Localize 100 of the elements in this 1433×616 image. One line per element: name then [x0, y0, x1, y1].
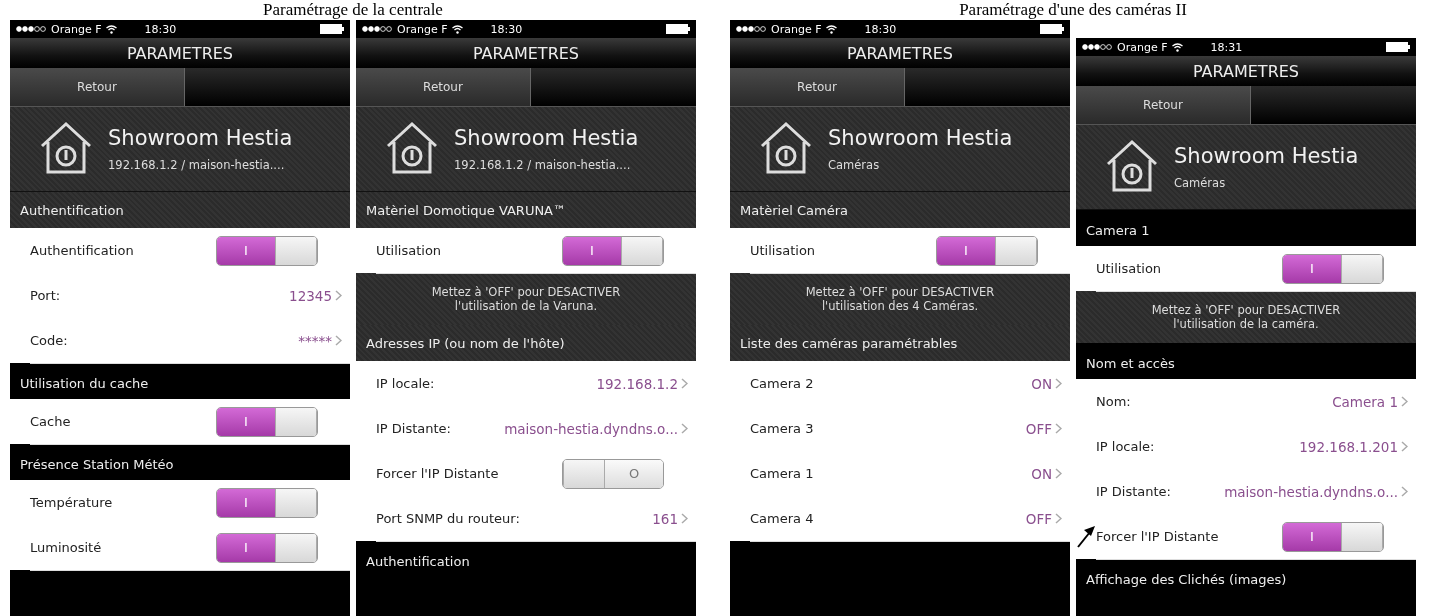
chevron-icon — [1401, 486, 1408, 497]
signal-icon — [362, 26, 392, 32]
status-time: 18:30 — [144, 22, 177, 36]
section-header: Adresses IP (ou nom de l'hôte) — [356, 325, 696, 361]
setting-value[interactable]: Camera 1 — [1332, 393, 1408, 410]
signal-icon — [736, 26, 766, 32]
chevron-icon — [1401, 441, 1408, 452]
setting-value[interactable]: 12345 — [289, 287, 342, 304]
wifi-icon — [452, 24, 464, 34]
setting-value[interactable]: maison-hestia.dyndns.o... — [1224, 483, 1408, 500]
wifi-icon — [826, 24, 838, 34]
wifi-icon — [1172, 42, 1184, 52]
screen-title: PARAMETRES — [730, 38, 1070, 68]
setting-label: Nom: — [1096, 394, 1131, 409]
arrow-icon — [1077, 526, 1095, 548]
setting-label: Code: — [30, 333, 68, 348]
device-name: Showroom Hestia — [454, 126, 639, 150]
chevron-icon — [681, 423, 688, 434]
setting-label: IP Distante: — [1096, 484, 1171, 499]
setting-label: Port: — [30, 288, 61, 303]
toggle-switch[interactable]: I — [562, 235, 664, 266]
chevron-icon — [1055, 378, 1062, 389]
setting-label: Authentification — [30, 243, 134, 258]
device-subtitle: 192.168.1.2 / maison-hestia.... — [454, 158, 632, 172]
device-subtitle: Caméras — [1174, 176, 1227, 190]
setting-value[interactable]: maison-hestia.dyndns.o... — [504, 420, 688, 437]
device-name: Showroom Hestia — [108, 126, 293, 150]
screen-title: PARAMETRES — [356, 38, 696, 68]
toggle-switch[interactable]: I — [216, 235, 318, 266]
setting-value[interactable]: 192.168.1.201 — [1299, 438, 1408, 455]
back-button[interactable]: Retour — [1076, 86, 1251, 124]
figure-caption: Paramétrage d'une des caméras II — [958, 0, 1188, 20]
toggle-switch[interactable]: I — [216, 487, 318, 518]
chevron-icon — [681, 513, 688, 524]
battery-icon — [320, 24, 344, 34]
setting-value[interactable]: ON — [1031, 375, 1062, 392]
setting-value[interactable]: 192.168.1.2 — [596, 375, 688, 392]
setting-value[interactable]: 161 — [652, 510, 688, 527]
setting-label: Port SNMP du routeur: — [376, 511, 520, 526]
section-header: Liste des caméras paramétrables — [730, 325, 1070, 361]
setting-value[interactable]: ***** — [298, 332, 342, 349]
info-note: Mettez à 'OFF' pour DESACTIVER l'utilisation de la caméra. — [1076, 291, 1416, 343]
battery-icon — [666, 24, 690, 34]
setting-label: Camera 3 — [750, 421, 814, 436]
toggle-switch[interactable]: I — [1282, 253, 1384, 284]
chevron-icon — [1055, 468, 1062, 479]
chevron-icon — [1055, 423, 1062, 434]
info-note: Mettez à 'OFF' pour DESACTIVER l'utilisation de la Varuna. — [356, 273, 696, 325]
battery-icon — [1386, 42, 1410, 52]
section-header: Matèriel Domotique VARUNA™ — [356, 192, 696, 228]
chevron-icon — [335, 290, 342, 301]
section-header: Matèriel Caméra — [730, 192, 1070, 228]
carrier-name: Orange F — [397, 22, 448, 36]
setting-label: Utilisation — [376, 243, 442, 258]
device-name: Showroom Hestia — [828, 126, 1013, 150]
setting-label: Température — [30, 495, 113, 510]
setting-label: Utilisation — [750, 243, 816, 258]
status-time: 18:30 — [490, 22, 523, 36]
setting-value[interactable]: ON — [1031, 465, 1062, 482]
screen-title: PARAMETRES — [10, 38, 350, 68]
setting-label: IP Distante: — [376, 421, 451, 436]
back-button[interactable]: Retour — [356, 68, 531, 106]
toggle-switch[interactable]: O — [562, 458, 664, 489]
setting-label: Cache — [30, 414, 71, 429]
screen-title: PARAMETRES — [1076, 56, 1416, 86]
chevron-icon — [681, 378, 688, 389]
setting-label: Forcer l'IP Distante — [376, 466, 499, 481]
back-button[interactable]: Retour — [730, 68, 905, 106]
setting-label: IP locale: — [1096, 439, 1155, 454]
carrier-name: Orange F — [1117, 40, 1168, 54]
toggle-switch[interactable]: I — [216, 406, 318, 437]
toggle-switch[interactable]: I — [1282, 521, 1384, 552]
carrier-name: Orange F — [771, 22, 822, 36]
setting-value[interactable]: OFF — [1025, 510, 1062, 527]
back-button[interactable]: Retour — [10, 68, 185, 106]
battery-icon — [1040, 24, 1064, 34]
setting-label: Camera 4 — [750, 511, 814, 526]
signal-icon — [1082, 44, 1112, 50]
status-time: 18:31 — [1210, 40, 1243, 54]
setting-label: Forcer l'IP Distante — [1096, 529, 1219, 544]
signal-icon — [16, 26, 46, 32]
info-note: Mettez à 'OFF' pour DESACTIVER l'utilisation des 4 Caméras. — [730, 273, 1070, 325]
carrier-name: Orange F — [51, 22, 102, 36]
device-subtitle: Caméras — [828, 158, 881, 172]
toggle-switch[interactable]: I — [216, 532, 318, 563]
wifi-icon — [106, 24, 118, 34]
section-header: Authentification — [10, 192, 350, 228]
setting-label: IP locale: — [376, 376, 435, 391]
setting-value[interactable]: OFF — [1025, 420, 1062, 437]
setting-label: Utilisation — [1096, 261, 1162, 276]
chevron-icon — [335, 335, 342, 346]
chevron-icon — [1401, 396, 1408, 407]
setting-label: Camera 2 — [750, 376, 814, 391]
setting-label: Camera 1 — [750, 466, 814, 481]
device-name: Showroom Hestia — [1174, 144, 1359, 168]
chevron-icon — [1055, 513, 1062, 524]
figure-caption: Paramétrage de la centrale — [262, 0, 444, 20]
status-time: 18:30 — [864, 22, 897, 36]
setting-label: Luminosité — [30, 540, 102, 555]
toggle-switch[interactable]: I — [936, 235, 1038, 266]
